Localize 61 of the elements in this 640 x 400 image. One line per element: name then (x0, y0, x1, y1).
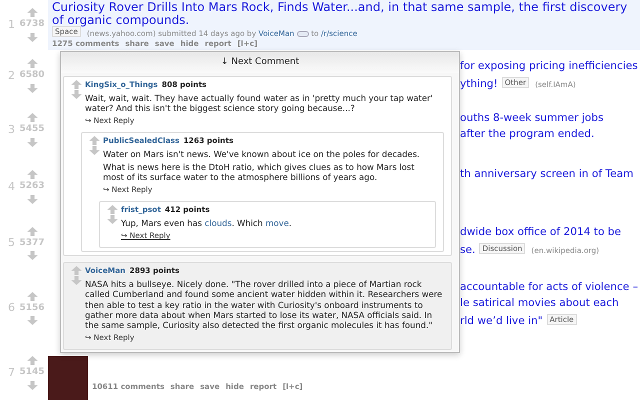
text-link[interactable]: move (266, 218, 289, 228)
score: 5263 (19, 180, 45, 194)
downvote-icon[interactable] (26, 380, 38, 390)
downvote-icon[interactable] (26, 84, 38, 93)
upvote-icon[interactable] (26, 170, 38, 180)
upvote-icon[interactable] (26, 356, 38, 366)
upvote-icon[interactable] (26, 292, 38, 301)
comment-text: Wait, wait, wait. They have actually found water as in 'pretty much your tap water' water? And this isn't the biggest science story going because...? (85, 93, 434, 114)
downvote-icon[interactable] (26, 32, 38, 42)
downvote-icon[interactable] (70, 90, 82, 98)
upvote-icon[interactable] (26, 226, 38, 236)
message-icon[interactable] (296, 30, 309, 37)
post-title[interactable]: rld we’d live in" (460, 315, 543, 327)
upvote-icon[interactable] (70, 80, 82, 88)
comment-text: Yup, Mars even has clouds. Which move. (121, 218, 293, 228)
downvote-icon[interactable] (26, 316, 38, 326)
post-title[interactable]: after the program ended. (460, 128, 594, 140)
upvote-icon[interactable] (26, 113, 38, 122)
thumbnail-placeholder[interactable] (48, 356, 88, 400)
post-title[interactable]: for exposing pricing inefficiencies (460, 60, 638, 72)
post-title[interactable]: ything! (460, 78, 498, 90)
comment-text: What is news here is the DtoH ratio, which gives clues as to how Mars lost most of its surface water to the atmosphere billions of years ago. (103, 162, 416, 182)
score: 6580 (19, 69, 45, 82)
score: 5455 (19, 123, 45, 136)
next-comment-link[interactable]: ↓ Next Comment (61, 52, 459, 72)
flair-tag: Discussion (479, 243, 526, 254)
downvote-icon[interactable] (26, 194, 38, 204)
post-title[interactable]: th anniversary screen in of Team (460, 168, 634, 180)
upvote-icon[interactable] (88, 136, 100, 145)
score: 5377 (19, 236, 45, 250)
upvote-icon[interactable] (70, 266, 82, 275)
rank-number: 5 (7, 235, 16, 252)
score: 5156 (19, 302, 45, 315)
upvote-icon[interactable] (26, 8, 38, 18)
downvote-icon[interactable] (26, 251, 38, 260)
rank-number: 3 (7, 122, 16, 138)
rank-number: 6 (7, 300, 16, 316)
text-link[interactable]: clouds (204, 218, 232, 228)
post-title[interactable]: le satirical movies about each (460, 297, 619, 309)
score: 5145 (19, 366, 45, 380)
comment-text: Water on Mars isn't news. We've known about ice on the poles for decades. (103, 149, 421, 160)
post-title[interactable]: Curiosity Rover Drills Into Mars Rock, Finds Water...and, in that same sample, the first discovery of organic compounds. (52, 1, 636, 27)
flair-tag: Other (502, 77, 530, 88)
post-title[interactable]: ouths 8-week summer jobs (460, 112, 604, 124)
upvote-icon[interactable] (106, 204, 118, 214)
score: 6738 (19, 18, 45, 32)
downvote-icon[interactable] (106, 214, 118, 224)
comment-text: NASA hits a bullseye. Nicely done. "The rover drilled into a piece of Martian rock called Cumberland and found some ancient water hidden within it. Researchers were then able to test a key ratio in the water with Curiosity's onboard instruments to gather more data about when Mars started to lose its water, NASA officials said. In the same sample, Curiosity also detected the first organic molecules it has found." (85, 279, 444, 330)
post-title[interactable]: accountable for acts of violence – (460, 281, 638, 293)
rank-number: 1 (7, 16, 16, 33)
post-title[interactable]: dwide box office of 2014 to be (460, 226, 622, 238)
flair-tag: Article (546, 314, 577, 325)
rank-number: 2 (7, 68, 16, 84)
flair-tag: Space (52, 26, 81, 37)
rank-number: 7 (7, 364, 16, 381)
upvote-icon[interactable] (26, 59, 38, 68)
post-title[interactable]: se. (460, 244, 476, 256)
downvote-icon[interactable] (26, 138, 38, 147)
downvote-icon[interactable] (88, 146, 100, 155)
downvote-icon[interactable] (70, 276, 82, 285)
rank-number: 4 (7, 178, 16, 195)
